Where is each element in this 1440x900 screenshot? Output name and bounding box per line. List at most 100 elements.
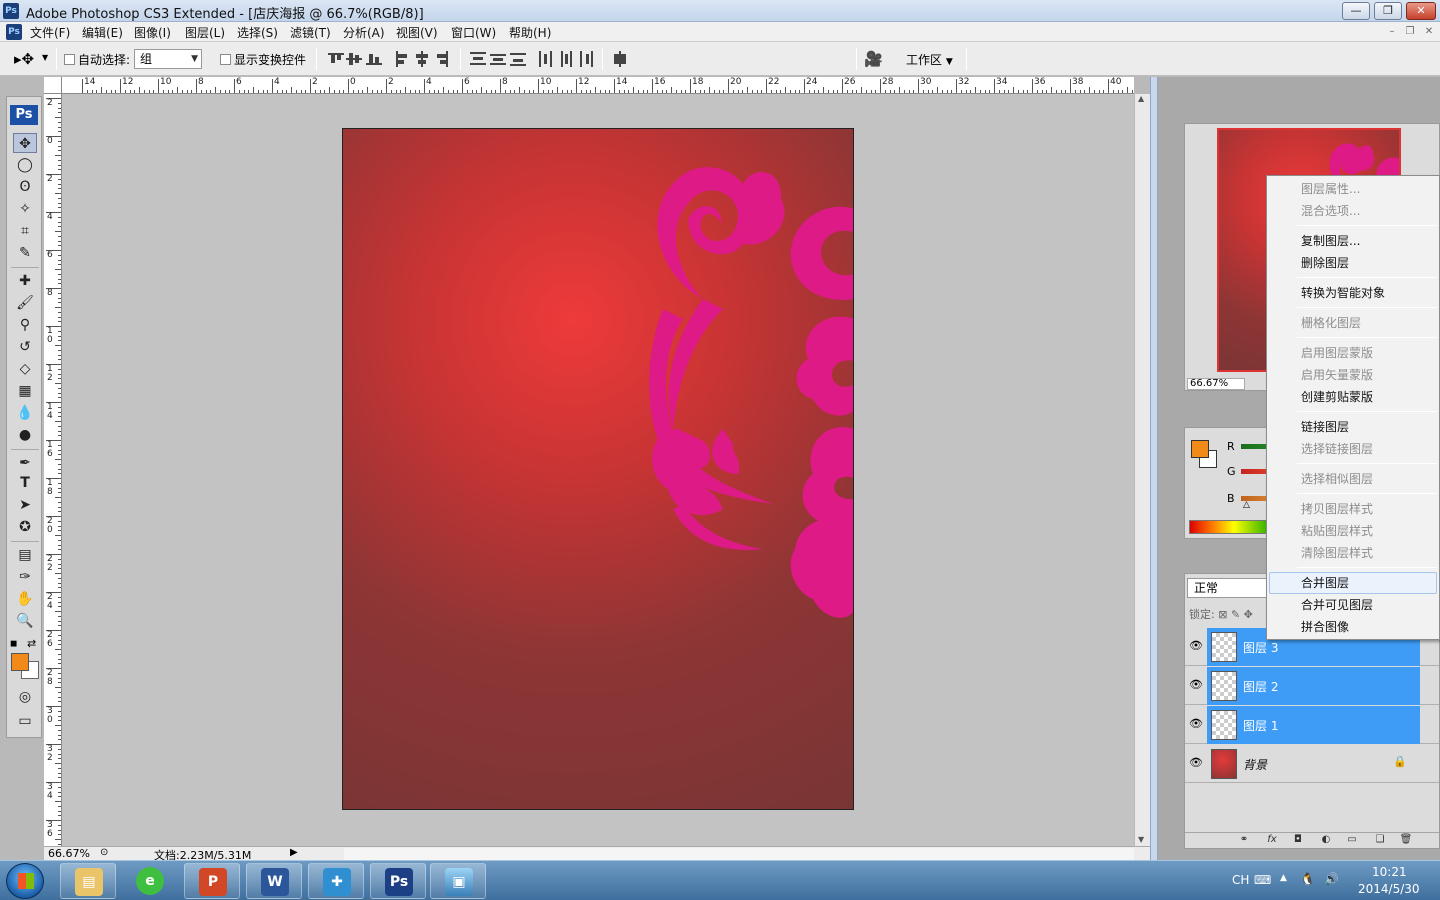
notes-tool-icon[interactable]: ▤ xyxy=(13,545,37,565)
status-menu-arrow-icon[interactable]: ▶ xyxy=(290,847,298,858)
scroll-down-icon[interactable]: ▼ xyxy=(1138,835,1144,844)
dodge-tool-icon[interactable]: ● xyxy=(13,425,37,445)
lock-position-icon[interactable]: ✥ xyxy=(1244,608,1253,621)
document-icon[interactable]: Ps xyxy=(6,24,22,40)
marquee-tool-icon[interactable]: ◯ xyxy=(13,155,37,175)
horizontal-scrollbar[interactable] xyxy=(344,848,1134,860)
volume-icon[interactable]: 🔊 xyxy=(1324,872,1339,886)
new-layer-icon[interactable]: ❏ xyxy=(1373,834,1387,846)
doc-minimize-button[interactable]: – xyxy=(1384,25,1400,39)
layer-row-2[interactable]: 👁 图层 2 xyxy=(1185,667,1439,705)
menu-select[interactable]: 选择(S) xyxy=(237,24,278,41)
layer-mask-icon[interactable]: ◘ xyxy=(1291,834,1305,846)
custom-shape-tool-icon[interactable]: ✪ xyxy=(13,517,37,537)
delete-layer-icon[interactable]: 🗑 xyxy=(1399,834,1413,846)
context-menu-item[interactable]: 合并可见图层 xyxy=(1269,594,1437,616)
doc-restore-button[interactable]: ❐ xyxy=(1402,25,1418,39)
layer-row-1[interactable]: 👁 图层 1 xyxy=(1185,706,1439,744)
visibility-eye-icon[interactable]: 👁 xyxy=(1189,679,1203,691)
context-menu-item[interactable]: 复制图层... xyxy=(1269,230,1437,252)
distribute-bottom-icon[interactable] xyxy=(510,51,526,67)
distribute-right-icon[interactable] xyxy=(578,51,594,67)
context-menu-item[interactable]: 图层属性... xyxy=(1269,178,1437,200)
ime-indicator[interactable]: CH xyxy=(1232,873,1249,887)
auto-select-checkbox[interactable] xyxy=(64,54,75,65)
hand-tool-icon[interactable]: ✋ xyxy=(13,589,37,609)
distribute-hcenter-icon[interactable] xyxy=(558,51,574,67)
chevron-down-icon[interactable]: ▼ xyxy=(42,53,48,62)
align-bottom-icon[interactable] xyxy=(366,51,382,67)
horizontal-ruler[interactable]: 14 12 10 8 6 4 2 0 2 4 6 8 10 12 14 16 18 20 22 24 26 28 30 32 3… xyxy=(62,77,1134,94)
color-panel-foreground-swatch[interactable] xyxy=(1191,440,1209,458)
link-layers-icon[interactable]: ⚭ xyxy=(1237,834,1251,846)
align-hcenter-icon[interactable] xyxy=(414,51,430,67)
context-menu-item[interactable]: 链接图层 xyxy=(1269,416,1437,438)
swap-colors-icon[interactable]: ⇄ xyxy=(27,637,36,650)
show-transform-checkbox[interactable] xyxy=(220,54,231,65)
status-info-icon[interactable]: ⊙ xyxy=(100,847,108,858)
visibility-eye-icon[interactable]: 👁 xyxy=(1189,640,1203,652)
crop-tool-icon[interactable]: ⌗ xyxy=(13,221,37,241)
bridge-icon[interactable]: 🎥 xyxy=(864,50,883,68)
brush-tool-icon[interactable]: 🖌 xyxy=(13,293,37,313)
context-menu-item[interactable]: 拷贝图层样式 xyxy=(1269,498,1437,520)
document-canvas[interactable] xyxy=(342,128,854,810)
slice-tool-icon[interactable]: ✎ xyxy=(13,243,37,263)
ruler-origin[interactable] xyxy=(44,77,62,94)
eraser-tool-icon[interactable]: ◇ xyxy=(13,359,37,379)
clock-time[interactable]: 10:21 xyxy=(1372,865,1407,879)
menu-edit[interactable]: 编辑(E) xyxy=(82,24,123,41)
lasso-tool-icon[interactable]: ʘ xyxy=(13,177,37,197)
gradient-tool-icon[interactable]: ▦ xyxy=(13,381,37,401)
pen-tool-icon[interactable]: ✒ xyxy=(13,453,37,473)
clock-date[interactable]: 2014/5/30 xyxy=(1358,882,1420,896)
magic-wand-tool-icon[interactable]: ✧ xyxy=(13,199,37,219)
scroll-up-icon[interactable]: ▲ xyxy=(1138,94,1144,103)
layer-row-background[interactable]: 👁 背景 🔒 xyxy=(1185,745,1439,783)
distribute-left-icon[interactable] xyxy=(538,51,554,67)
default-colors-icon[interactable]: ◼ xyxy=(10,639,17,649)
canvas-area[interactable] xyxy=(62,94,1134,846)
vertical-scrollbar[interactable]: ▲ ▼ xyxy=(1134,94,1150,846)
menu-image[interactable]: 图像(I) xyxy=(134,24,171,41)
context-menu-item[interactable]: 选择链接图层 xyxy=(1269,438,1437,460)
layer-style-icon[interactable]: fx xyxy=(1265,834,1279,846)
healing-brush-tool-icon[interactable]: ✚ xyxy=(13,271,37,291)
minimize-button[interactable]: — xyxy=(1342,2,1370,20)
zoom-level-field[interactable]: 66.67% xyxy=(48,847,90,860)
context-menu-item[interactable]: 转换为智能对象 xyxy=(1269,282,1437,304)
context-menu-item[interactable]: 粘贴图层样式 xyxy=(1269,520,1437,542)
move-tool-icon[interactable]: ✥ xyxy=(13,133,37,153)
context-menu-item[interactable]: 选择相似图层 xyxy=(1269,468,1437,490)
move-tool-preset-icon[interactable]: ▸✥ xyxy=(14,50,34,68)
navigator-zoom-field[interactable]: 66.67% xyxy=(1187,378,1245,390)
context-menu-item[interactable]: 删除图层 xyxy=(1269,252,1437,274)
workspace-button[interactable]: 工作区 ▼ xyxy=(906,51,953,68)
panel-dock-divider[interactable] xyxy=(1150,77,1158,860)
context-menu-item[interactable]: 栅格化图层 xyxy=(1269,312,1437,334)
menu-view[interactable]: 视图(V) xyxy=(396,24,438,41)
menu-help[interactable]: 帮助(H) xyxy=(509,24,551,41)
align-left-icon[interactable] xyxy=(394,51,410,67)
history-brush-tool-icon[interactable]: ↺ xyxy=(13,337,37,357)
new-group-icon[interactable]: ▭ xyxy=(1345,834,1359,846)
menu-layer[interactable]: 图层(L) xyxy=(185,24,225,41)
context-menu-item[interactable]: 合并图层 xyxy=(1269,572,1437,594)
path-selection-tool-icon[interactable]: ➤ xyxy=(13,495,37,515)
screen-mode-icon[interactable]: ▭ xyxy=(13,711,37,731)
slider-handle-icon[interactable]: △ xyxy=(1243,500,1250,510)
context-menu-item[interactable]: 拼合图像 xyxy=(1269,616,1437,638)
vertical-ruler[interactable]: 2 0 2 4 6 8 10 12 14 16 18 20 22 24 26 28 30 32 34 36 xyxy=(44,94,62,846)
eyedropper-tool-icon[interactable]: ✑ xyxy=(13,567,37,587)
context-menu-item[interactable]: 混合选项... xyxy=(1269,200,1437,222)
doc-close-button[interactable]: ✕ xyxy=(1421,25,1437,39)
distribute-top-icon[interactable] xyxy=(470,51,486,67)
menu-filter[interactable]: 滤镜(T) xyxy=(290,24,331,41)
blur-tool-icon[interactable]: 💧 xyxy=(13,403,37,423)
context-menu-item[interactable]: 启用图层蒙版 xyxy=(1269,342,1437,364)
taskbar-word[interactable]: W xyxy=(246,863,302,899)
context-menu-item[interactable]: 启用矢量蒙版 xyxy=(1269,364,1437,386)
blend-mode-dropdown[interactable]: 正常 xyxy=(1187,578,1271,598)
auto-select-dropdown[interactable]: 组 ▼ xyxy=(134,49,202,69)
keyboard-icon[interactable]: ⌨ xyxy=(1254,873,1271,887)
